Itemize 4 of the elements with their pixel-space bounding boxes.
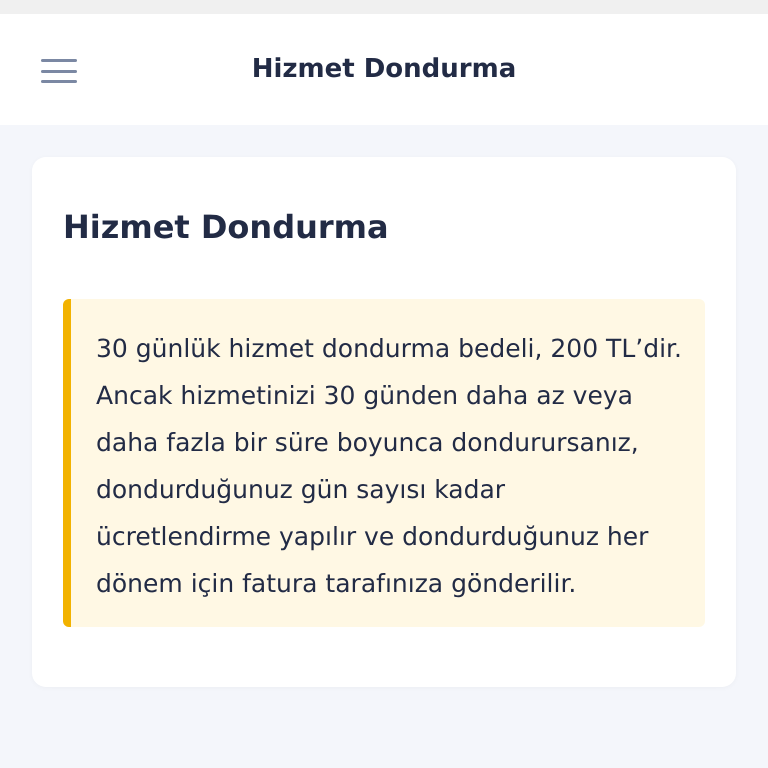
page-title: Hizmet Dondurma: [252, 53, 516, 86]
card-title: Hizmet Dondurma: [63, 207, 390, 248]
menu-icon[interactable]: [41, 59, 77, 83]
info-notice: 30 günlük hizmet dondurma bedeli, 200 TL’dir. Ancak hizmetinizi 30 günden daha az veya daha fazla bir süre boyunca dondurursanız, dondurduğunuz gün sayısı kadar ücretlendirme yapılır ve dondurduğunuz her dönem için fatura tarafınıza gönderilir.: [63, 299, 705, 627]
